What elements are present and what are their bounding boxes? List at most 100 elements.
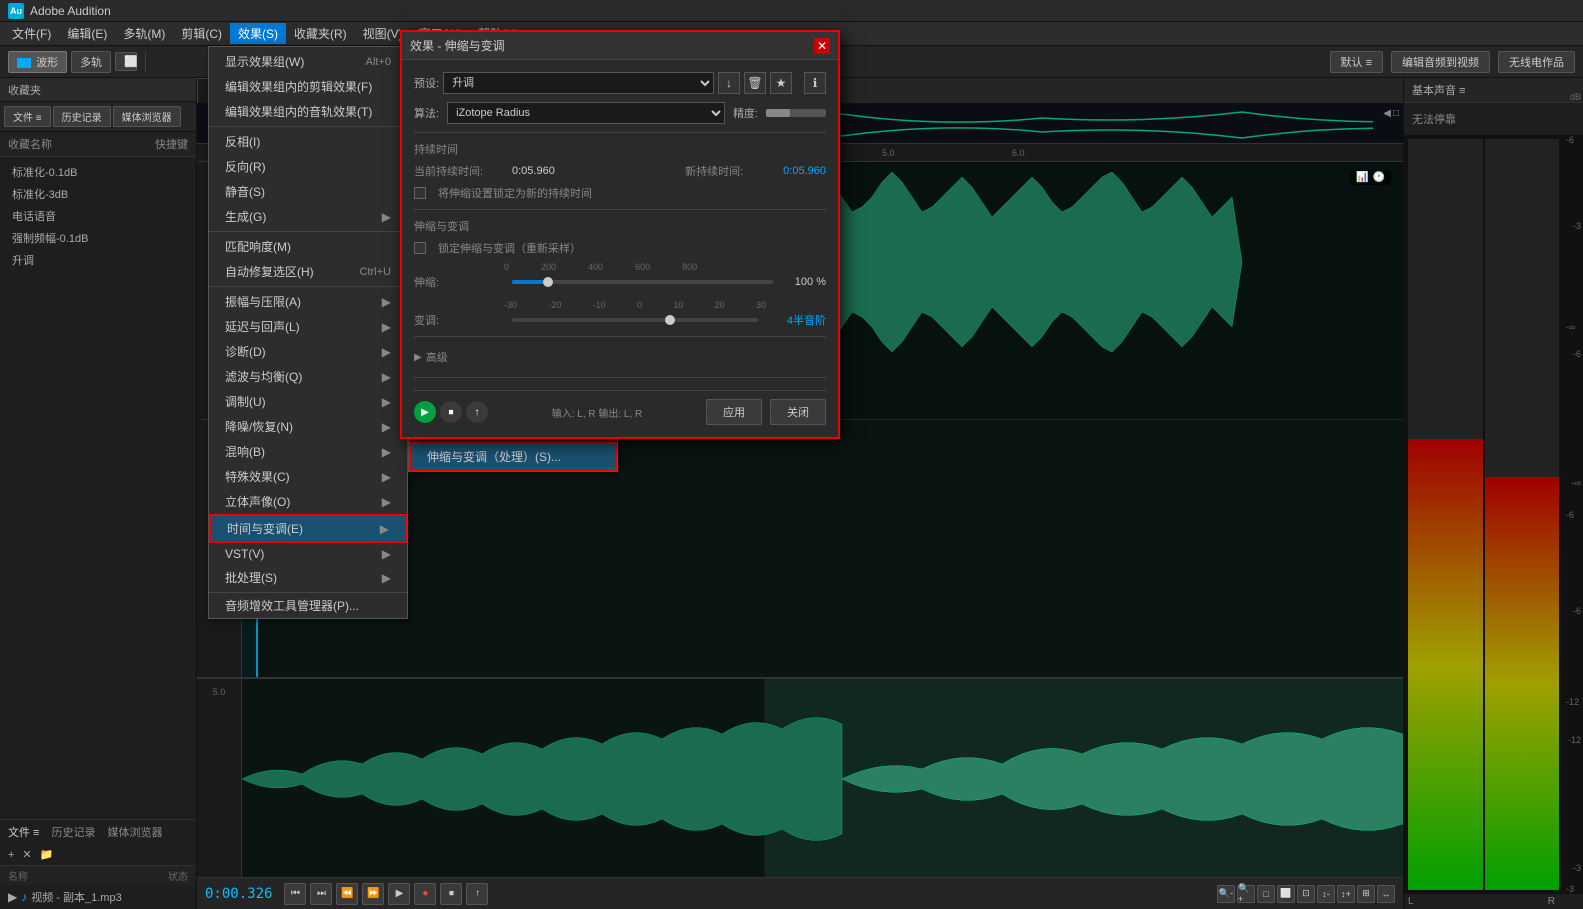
file-name[interactable]: 视频 - 副本_1.mp3	[31, 889, 121, 905]
tab-history2[interactable]: 历史记录	[51, 824, 95, 840]
menu-favorites[interactable]: 收藏夹(R)	[286, 23, 355, 44]
dialog-close-btn[interactable]: ✕	[814, 38, 830, 54]
stop-btn[interactable]: ⏹	[440, 883, 462, 905]
tab-media[interactable]: 媒体浏览器	[113, 106, 181, 127]
zoom-controls: 🔍- 🔍+ □ ⬜ ⊡ ↕- ↕+ ⊞ ↔	[1217, 885, 1395, 903]
tab-history[interactable]: 历史记录	[53, 106, 111, 127]
plugin-manager-item[interactable]: 音频增效工具管理器(P)...	[209, 593, 407, 618]
wireless-btn[interactable]: 无线电作品	[1498, 51, 1575, 73]
preview-export-btn[interactable]: ↑	[466, 401, 488, 423]
play-btn[interactable]: ▶	[388, 883, 410, 905]
zoom-sel-btn[interactable]: ⊡	[1297, 885, 1315, 903]
preview-stop-btn[interactable]: ⏹	[440, 401, 462, 423]
diagnostics-item[interactable]: 诊断(D)▶	[209, 339, 407, 364]
folder-icon[interactable]: 📁	[40, 848, 54, 861]
save-preset-btn[interactable]: ↓	[718, 72, 740, 94]
next-btn[interactable]: ⏩	[362, 883, 384, 905]
algorithm-select[interactable]: iZotope Radius	[447, 102, 725, 124]
time-pitch-item[interactable]: 时间与变调(E)▶	[209, 514, 407, 543]
show-effect-groups-item[interactable]: 显示效果组(W) Alt+0	[209, 49, 407, 74]
edit-clip-effects-item[interactable]: 编辑效果组内的剪辑效果(F)	[209, 74, 407, 99]
menu-effect[interactable]: 效果(S)	[230, 23, 286, 44]
expand-arrow[interactable]: ▶	[8, 890, 17, 904]
tab-files[interactable]: 文件 ≡	[8, 824, 39, 840]
stretch-labels: 0 200 400 600 800	[504, 262, 697, 272]
menu-file[interactable]: 文件(F)	[4, 23, 59, 44]
silence-item[interactable]: 静音(S)	[209, 179, 407, 204]
zoom-h-in-btn[interactable]: ↕+	[1337, 885, 1355, 903]
multitrack-btn[interactable]: 多轨	[71, 51, 111, 73]
favorite-btn[interactable]: ★	[770, 72, 792, 94]
share-btn[interactable]: ↑	[466, 883, 488, 905]
delete-preset-btn[interactable]: 🗑	[744, 72, 766, 94]
waveform-label: 波形	[36, 57, 58, 69]
waveform-btn[interactable]: 波形	[8, 51, 67, 73]
add-icon[interactable]: +	[8, 849, 14, 861]
reverse-item[interactable]: 反向(R)	[209, 154, 407, 179]
effects-dialog[interactable]: 效果 - 伸缩与变调 ✕ 预设: 升调 ↓ 🗑 ★ ℹ 算法: iZotope …	[400, 30, 840, 439]
menu-clip[interactable]: 剪辑(C)	[173, 23, 230, 44]
go-to-start-btn[interactable]: ⏮	[284, 883, 306, 905]
default-btn[interactable]: 默认 ≡	[1330, 51, 1383, 73]
denoise-item[interactable]: 降噪/恢复(N)▶	[209, 414, 407, 439]
stretch-slider-thumb[interactable]	[543, 277, 553, 287]
match-loudness-item[interactable]: 匹配响度(M)	[209, 234, 407, 259]
tab-media2[interactable]: 媒体浏览器	[107, 824, 162, 840]
zoom-fit-btn[interactable]: □	[1257, 885, 1275, 903]
menu-edit[interactable]: 编辑(E)	[59, 23, 115, 44]
play-transport: ▶ ⏹ ↑	[414, 401, 488, 423]
edit-track-effects-item[interactable]: 编辑效果组内的音轨效果(T)	[209, 99, 407, 124]
zoom-in-btn[interactable]: 🔍+	[1237, 885, 1255, 903]
no-dock-label: 无法停靠	[1412, 114, 1456, 126]
info-btn[interactable]: ℹ	[804, 72, 826, 94]
zoom-full-btn[interactable]: ⬜	[1277, 885, 1295, 903]
batch-item[interactable]: 批处理(S)▶	[209, 565, 407, 590]
generate-item[interactable]: 生成(G)▶	[209, 204, 407, 229]
stretch-slider-track[interactable]	[512, 280, 773, 284]
preset-select[interactable]: 升调	[443, 72, 714, 94]
invert-item[interactable]: 反相(I)	[209, 129, 407, 154]
lock-duration-checkbox[interactable]	[414, 187, 426, 199]
zoom-out-btn[interactable]: 🔍-	[1217, 885, 1235, 903]
close-btn[interactable]: 关闭	[770, 399, 826, 425]
tab-file[interactable]: 文件 ≡	[4, 106, 51, 127]
clock-icon: 🕐	[1373, 172, 1385, 183]
effect-menu[interactable]: 显示效果组(W) Alt+0 编辑效果组内的剪辑效果(F) 编辑效果组内的音轨效…	[208, 46, 408, 619]
reverb-item[interactable]: 混响(B)▶	[209, 439, 407, 464]
lock-stretch-label: 锁定伸缩与变调（重新采样）	[438, 240, 581, 256]
overview-btn[interactable]: ◀	[1383, 108, 1391, 119]
stereo-item[interactable]: 立体声像(O)▶	[209, 489, 407, 514]
prev-btn[interactable]: ⏪	[336, 883, 358, 905]
overview-btn2[interactable]: □	[1393, 108, 1399, 119]
precision-slider[interactable]	[766, 109, 826, 117]
amplitude-item[interactable]: 振幅与压限(A)▶	[209, 289, 407, 314]
delete-icon[interactable]: ✕	[22, 848, 31, 861]
apply-btn[interactable]: 应用	[706, 399, 762, 425]
lock-duration-row: 将伸缩设置锁定为新的持续时间	[414, 185, 826, 201]
transpose-slider-thumb[interactable]	[665, 315, 675, 325]
transpose-slider-track[interactable]	[512, 318, 758, 322]
record-btn[interactable]: ●	[414, 883, 436, 905]
name-status-header: 名称 状态	[0, 865, 196, 885]
effect-menu-section3: 匹配响度(M) 自动修复选区(H) Ctrl+U	[209, 232, 407, 287]
zoom-h-out-btn[interactable]: ↕-	[1317, 885, 1335, 903]
auto-heal-item[interactable]: 自动修复选区(H) Ctrl+U	[209, 259, 407, 284]
zoom-v-btn[interactable]: ↔	[1377, 885, 1395, 903]
edit-video-btn[interactable]: 编辑音频到视频	[1391, 51, 1490, 73]
dialog-actions: 应用 关闭	[706, 399, 826, 425]
current-duration-value: 0:05.960	[512, 165, 555, 177]
go-to-end-btn[interactable]: ⏭	[310, 883, 332, 905]
menu-multitrack[interactable]: 多轨(M)	[115, 23, 173, 44]
special-item[interactable]: 特殊效果(C)▶	[209, 464, 407, 489]
filter-item[interactable]: 滤波与均衡(Q)▶	[209, 364, 407, 389]
advanced-row[interactable]: ▶ 高级	[414, 345, 826, 369]
lock-stretch-checkbox[interactable]	[414, 242, 426, 254]
delay-item[interactable]: 延迟与回声(L)▶	[209, 314, 407, 339]
preview-play-btn[interactable]: ▶	[414, 401, 436, 423]
modulation-item[interactable]: 调制(U)▶	[209, 389, 407, 414]
divider2	[414, 209, 826, 210]
db-inf-label: -∞	[1555, 478, 1581, 488]
vst-item[interactable]: VST(V)▶	[209, 543, 407, 565]
toolbar-btn3[interactable]: ⬜	[115, 52, 137, 71]
zoom-h-fit-btn[interactable]: ⊞	[1357, 885, 1375, 903]
